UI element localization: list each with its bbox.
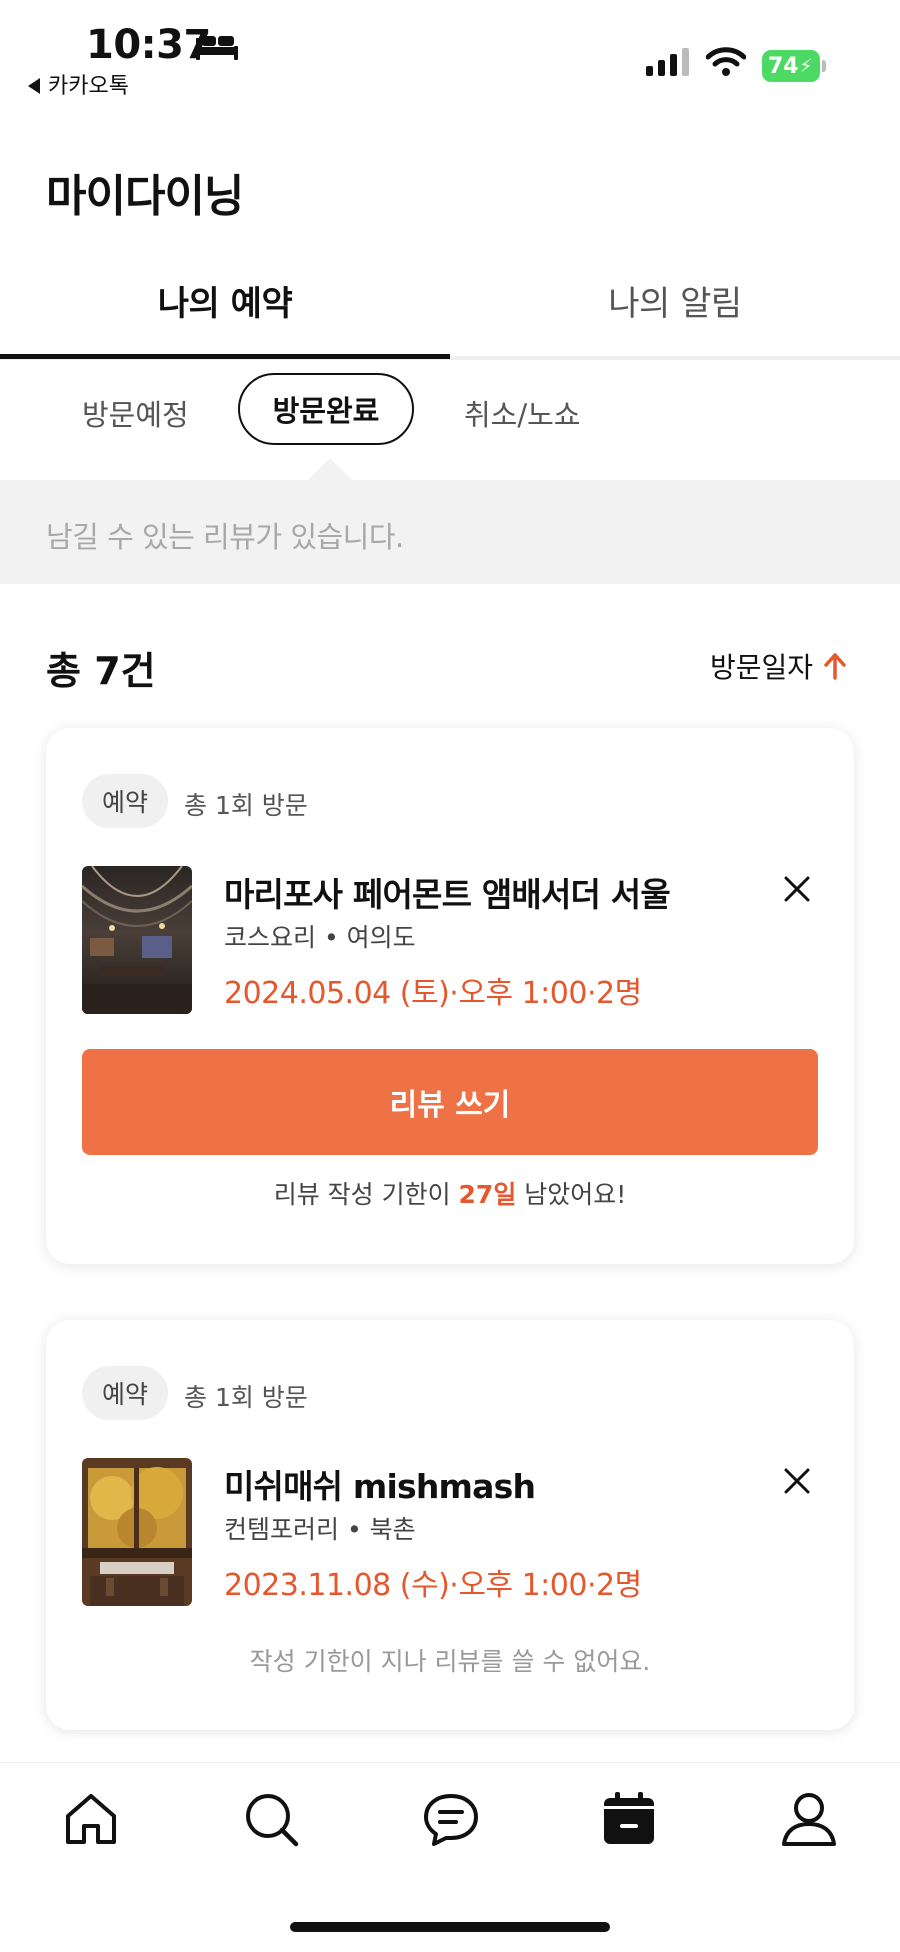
review-deadline-text: 리뷰 작성 기한이 27일 남았어요! <box>0 1175 900 1211</box>
subtab-upcoming[interactable]: 방문예정 <box>82 392 189 434</box>
restaurant-category: 컨템포러리 <box>224 1515 340 1544</box>
restaurant-name[interactable]: 미쉬매쉬 mishmash <box>224 1460 536 1508</box>
status-time: 10:37 <box>86 22 211 68</box>
profile-icon[interactable] <box>780 1790 838 1848</box>
write-review-button[interactable]: 리뷰 쓰기 <box>82 1049 818 1155</box>
home-icon[interactable] <box>62 1790 120 1848</box>
restaurant-meta: 컨템포러리 • 북촌 <box>224 1515 416 1544</box>
battery-icon: 74 ⚡ <box>762 50 820 82</box>
battery-level: 74 <box>768 53 799 79</box>
deadline-days: 27일 <box>458 1180 517 1209</box>
restaurant-thumbnail[interactable] <box>82 1458 192 1606</box>
reservation-badge: 예약 <box>82 1366 169 1420</box>
tab-active-indicator <box>0 354 450 359</box>
visit-count: 총 1회 방문 <box>184 791 308 820</box>
page-title: 마이다이닝 <box>46 171 244 222</box>
restaurant-name[interactable]: 마리포사 페어몬트 앰배서더 서울 <box>224 868 671 916</box>
notice-text: 남길 수 있는 리뷰가 있습니다. <box>46 520 404 554</box>
restaurant-thumbnail[interactable] <box>82 866 192 1014</box>
bed-icon <box>196 36 238 60</box>
subtab-cancelled[interactable]: 취소/노쇼 <box>464 392 581 434</box>
subtab-visited[interactable]: 방문완료 <box>238 373 414 445</box>
restaurant-location: 북촌 <box>369 1515 416 1544</box>
reservation-datetime: 2023.11.08 (수)·오후 1:00·2명 <box>224 1568 642 1603</box>
sort-arrow-up-icon[interactable] <box>822 652 848 680</box>
chat-icon[interactable] <box>422 1790 480 1848</box>
notice-caret <box>308 458 352 480</box>
back-to-app-link[interactable]: 카카오톡 <box>28 68 129 100</box>
close-icon[interactable] <box>782 874 812 904</box>
close-icon[interactable] <box>782 1466 812 1496</box>
restaurant-meta: 코스요리 • 여의도 <box>224 923 416 952</box>
back-app-label: 카카오톡 <box>48 74 129 99</box>
reservation-datetime: 2024.05.04 (토)·오후 1:00·2명 <box>224 976 642 1011</box>
restaurant-location: 여의도 <box>346 923 416 952</box>
tab-my-reservations[interactable]: 나의 예약 <box>0 276 450 325</box>
wifi-icon <box>706 47 746 76</box>
battery-tip <box>822 60 826 72</box>
tab-my-notifications[interactable]: 나의 알림 <box>450 276 900 325</box>
signal-icon <box>646 48 689 76</box>
restaurant-category: 코스요리 <box>224 923 317 952</box>
home-indicator <box>290 1922 610 1932</box>
total-count: 총 7건 <box>46 649 156 693</box>
reservation-badge: 예약 <box>82 774 169 828</box>
review-expired-text: 작성 기한이 지나 리뷰를 쓸 수 없어요. <box>249 1647 651 1676</box>
deadline-prefix: 리뷰 작성 기한이 <box>273 1180 459 1209</box>
sort-button[interactable]: 방문일자 <box>710 646 813 686</box>
deadline-suffix: 남았어요! <box>516 1180 627 1209</box>
calendar-icon[interactable] <box>600 1790 658 1848</box>
back-arrow-icon <box>28 78 40 94</box>
visit-count: 총 1회 방문 <box>184 1383 308 1412</box>
search-icon[interactable] <box>242 1790 300 1848</box>
